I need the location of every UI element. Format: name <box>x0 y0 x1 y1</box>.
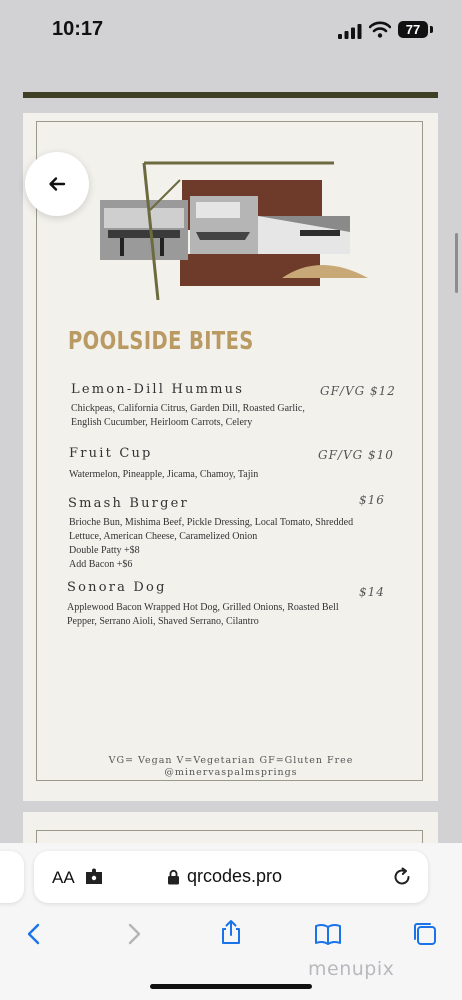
share-icon[interactable] <box>217 918 245 946</box>
lock-icon <box>168 869 179 885</box>
item-price-hummus: GF/VG $12 <box>320 384 396 398</box>
description-line: Applewood Bacon Wrapped Hot Dog, Grilled… <box>67 602 339 613</box>
item-price-fruit-cup: GF/VG $10 <box>318 448 394 462</box>
battery-level: 77 <box>405 22 421 37</box>
status-time: 10:17 <box>52 18 104 40</box>
description-line: Watermelon, Pineapple, Jicama, Chamoy, T… <box>69 469 259 480</box>
section-title: POOLSIDE BITES <box>68 326 254 355</box>
item-description-fruit-cup: Watermelon, Pineapple, Jicama, Chamoy, T… <box>69 468 369 482</box>
back-nav-icon[interactable] <box>20 920 48 948</box>
description-line: English Cucumber, Heirloom Carrots, Cele… <box>71 417 253 428</box>
extension-icon[interactable] <box>84 868 104 886</box>
description-line: Lettuce, American Cheese, Caramelized On… <box>69 531 258 542</box>
item-name-hummus: Lemon-Dill Hummus <box>71 382 245 397</box>
text-size-button[interactable]: AA <box>52 868 75 888</box>
home-indicator <box>150 984 312 989</box>
item-price-sonora-dog: $14 <box>359 585 385 599</box>
tabs-icon[interactable] <box>411 920 439 948</box>
back-button[interactable] <box>25 152 89 216</box>
wifi-icon <box>369 21 391 38</box>
description-line: Brioche Bun, Mishima Beef, Pickle Dressi… <box>69 517 354 528</box>
reload-icon[interactable] <box>391 866 413 888</box>
scroll-indicator[interactable] <box>455 233 458 293</box>
dietary-legend: VG= Vegan V=Vegetarian GF=Gluten Free <box>108 755 354 766</box>
description-line: Double Patty +$8 <box>69 545 140 556</box>
item-description-smash-burger: Brioche Bun, Mishima Beef, Pickle Dressi… <box>69 516 369 572</box>
item-description-sonora-dog: Applewood Bacon Wrapped Hot Dog, Grilled… <box>67 601 367 629</box>
item-description-hummus: Chickpeas, California Citrus, Garden Dil… <box>71 402 371 430</box>
battery-icon: 77 <box>398 21 428 38</box>
description-line: Add Bacon +$6 <box>69 559 133 570</box>
poolside-collage-image <box>100 161 368 301</box>
battery-tip <box>430 26 433 33</box>
menu-top-rule <box>23 92 438 98</box>
description-line: Chickpeas, California Citrus, Garden Dil… <box>71 403 305 414</box>
item-price-smash-burger: $16 <box>359 493 385 507</box>
item-name-fruit-cup: Fruit Cup <box>69 446 153 461</box>
bookmarks-icon[interactable] <box>314 920 342 948</box>
item-name-sonora-dog: Sonora Dog <box>67 580 167 595</box>
watermark: menupix <box>308 958 395 980</box>
arrow-left-icon <box>49 177 66 191</box>
status-bar: 10:17 77 <box>0 0 462 62</box>
cellular-signal-icon <box>338 24 362 39</box>
item-name-smash-burger: Smash Burger <box>68 496 189 511</box>
previous-tab-peek[interactable] <box>0 851 24 903</box>
forward-nav-icon[interactable] <box>120 920 148 948</box>
description-line: Pepper, Serrano Aioli, Shaved Serrano, C… <box>67 616 259 627</box>
url-text[interactable]: qrcodes.pro <box>187 866 282 887</box>
instagram-handle: @minervaspalmsprings <box>164 767 298 778</box>
